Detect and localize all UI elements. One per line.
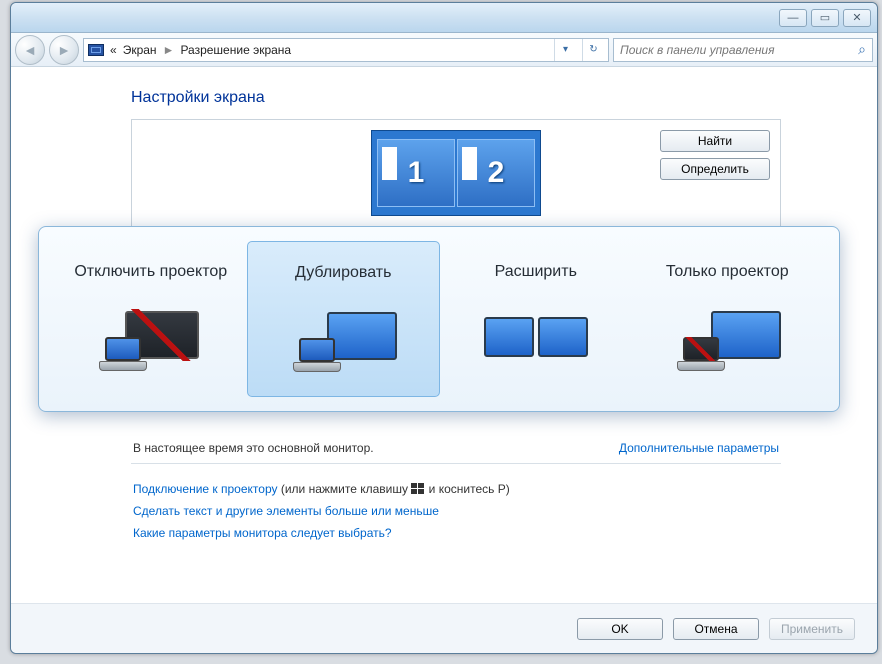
option-disconnect-projector[interactable]: Отключить проектор [55, 241, 247, 397]
cancel-button[interactable]: Отмена [673, 618, 759, 640]
duplicate-icon [283, 304, 403, 374]
windows-key-icon [411, 483, 425, 495]
monitor-preview: 1 2 Найти Определить [131, 119, 781, 229]
detect-button[interactable]: Найти [660, 130, 770, 152]
projector-only-icon [667, 303, 787, 373]
minimize-button[interactable]: — [779, 9, 807, 27]
control-panel-icon [88, 44, 104, 56]
maximize-button[interactable]: ▭ [811, 9, 839, 27]
footer: OK Отмена Применить [11, 603, 877, 653]
monitor-2[interactable]: 2 [457, 139, 535, 207]
monitor-pair[interactable]: 1 2 [371, 130, 541, 216]
nav-back-button[interactable]: ◄ [15, 35, 45, 65]
help-links: Подключение к проектору (или нажмите кла… [131, 464, 781, 558]
text-size-link[interactable]: Сделать текст и другие элементы больше и… [133, 504, 779, 518]
option-label: Отключить проектор [74, 253, 227, 291]
apply-button[interactable]: Применить [769, 618, 855, 640]
identify-button[interactable]: Определить [660, 158, 770, 180]
search-input[interactable]: Поиск в панели управления ⌕ [613, 38, 873, 62]
titlebar: — ▭ ✕ [11, 3, 877, 33]
laptop-only-icon [91, 303, 211, 373]
breadcrumb-sep: ► [163, 43, 175, 57]
projector-mode-popup: Отключить проектор Дублировать Расширить… [38, 226, 840, 412]
option-extend[interactable]: Расширить [440, 241, 632, 397]
ok-button[interactable]: OK [577, 618, 663, 640]
address-bar[interactable]: « Экран ► Разрешение экрана ▾ ↻ [83, 38, 609, 62]
extend-icon [476, 303, 596, 373]
advanced-settings-link[interactable]: Дополнительные параметры [619, 441, 779, 455]
status-row: В настоящее время это основной монитор. … [131, 427, 781, 464]
option-duplicate[interactable]: Дублировать [247, 241, 441, 397]
nav-forward-button[interactable]: ► [49, 35, 79, 65]
option-label: Дублировать [295, 254, 391, 292]
breadcrumb-screen[interactable]: Экран [123, 43, 157, 57]
which-settings-link[interactable]: Какие параметры монитора следует выбрать… [133, 526, 779, 540]
primary-monitor-status: В настоящее время это основной монитор. [133, 441, 374, 455]
option-label: Только проектор [666, 253, 789, 291]
refresh-button[interactable]: ↻ [582, 39, 604, 61]
option-projector-only[interactable]: Только проектор [632, 241, 824, 397]
page-title: Настройки экрана [131, 89, 781, 107]
close-button[interactable]: ✕ [843, 9, 871, 27]
breadcrumb-prefix: « [110, 43, 117, 57]
search-icon[interactable]: ⌕ [858, 41, 866, 58]
search-placeholder: Поиск в панели управления [620, 43, 775, 57]
navbar: ◄ ► « Экран ► Разрешение экрана ▾ ↻ Поис… [11, 33, 877, 67]
option-label: Расширить [495, 253, 577, 291]
monitor-1[interactable]: 1 [377, 139, 455, 207]
connect-projector-link[interactable]: Подключение к проектору (или нажмите кла… [133, 482, 779, 496]
breadcrumb-resolution[interactable]: Разрешение экрана [180, 43, 291, 57]
address-dropdown[interactable]: ▾ [554, 39, 576, 61]
